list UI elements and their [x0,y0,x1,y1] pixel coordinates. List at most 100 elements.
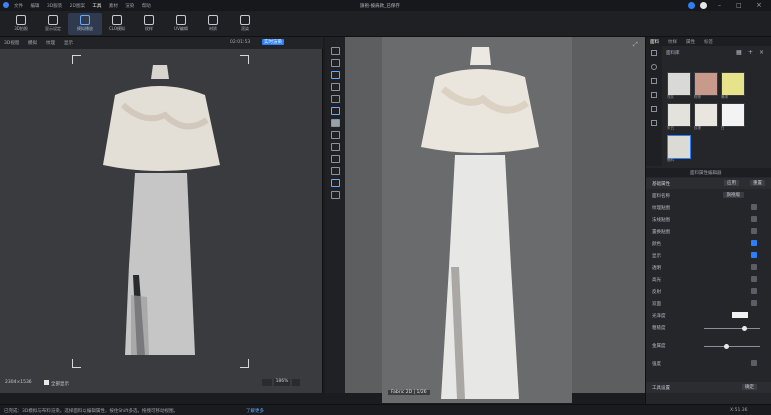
checkbox[interactable] [751,252,757,258]
checkbox[interactable] [751,228,757,234]
select-icon[interactable] [331,47,340,55]
fit-icon[interactable] [292,379,300,386]
checkbox[interactable] [751,204,757,210]
tool-label: 纹样 [145,26,153,31]
swatch-1[interactable] [694,72,718,96]
star-icon[interactable] [651,78,657,84]
menu-3d[interactable]: 3D服装 [47,3,62,9]
tool-play[interactable]: 模拟播放 [68,13,102,35]
rectangle-icon[interactable] [331,83,340,91]
settings-icon[interactable] [651,106,657,112]
slider-knob[interactable] [742,326,747,331]
reset-button[interactable]: 重置 [750,180,765,186]
zoom-level[interactable]: 186% [274,379,290,386]
minimize-icon[interactable]: – [718,2,721,9]
swatch-4[interactable] [694,103,718,127]
menu-file[interactable]: 文件 [14,3,23,9]
cut-icon[interactable] [331,155,340,163]
swatch-2[interactable] [721,72,745,96]
ruler-icon[interactable] [331,167,340,175]
expand-icon[interactable]: ⤢ [633,41,638,49]
garment-3d-model[interactable] [95,65,225,360]
show-all-label: 全部显示 [51,382,69,387]
menu-tools[interactable]: 工具 [92,3,101,9]
viewport-tab-3d[interactable]: 3D视窗 [4,40,19,46]
swatch-5[interactable] [721,103,745,127]
grid-icon[interactable] [331,131,340,139]
simulate-icon [112,15,122,25]
pen-icon[interactable] [331,71,340,79]
layer-icon[interactable] [331,143,340,151]
zoom-icon[interactable] [262,379,272,386]
tab-tags[interactable]: 标签 [704,39,713,45]
cloud-icon[interactable] [688,2,695,9]
checkbox[interactable] [751,216,757,222]
confirm-button[interactable]: 确定 [742,384,757,390]
display-icon [48,15,58,25]
render-caption: Fabric 2D | 1/26 [388,390,430,395]
show-all-toggle[interactable]: 全部显示 [44,380,69,387]
pattern-icon [144,15,154,25]
realtime-badge[interactable]: 实时渲染 [262,39,284,45]
tool-material[interactable]: 材质 [196,13,230,35]
tool-uv[interactable]: UV编辑 [164,13,198,35]
prop-value-input[interactable]: 旗袍缎 [722,192,744,198]
checkbox[interactable] [751,240,757,246]
frame-corner-bl [72,359,81,368]
tab-fabric[interactable]: 面料 [650,39,659,45]
pin-icon[interactable] [331,191,340,199]
move-icon[interactable] [331,59,340,67]
user-avatar[interactable] [700,2,707,9]
folder-icon[interactable] [651,50,657,56]
tool-simulate[interactable]: CLO模拟 [100,13,134,35]
resolution-value: 2304×1536 [5,380,32,385]
tool-camera[interactable]: 3D拍照 [4,13,38,35]
swatch-0[interactable] [667,72,691,96]
tool-render[interactable]: 渲染 [228,13,262,35]
tool-display[interactable]: 显示设定 [36,13,70,35]
tool-label: 显示设定 [45,26,61,31]
viewport-tab-texture[interactable]: 纹理 [46,40,55,46]
globe-icon[interactable] [651,64,657,70]
maximize-icon[interactable]: □ [736,2,742,9]
swatch-label-0: 浅灰 [667,95,674,99]
metal-slider[interactable] [704,344,760,349]
rough-slider[interactable] [704,326,760,331]
viewport-tab-sim[interactable]: 模拟 [28,40,37,46]
menu-help[interactable]: 帮助 [142,3,151,9]
seam-icon[interactable] [331,107,340,115]
checkbox[interactable] [751,288,757,294]
menu-render[interactable]: 渲染 [125,3,134,9]
grid-view-icon[interactable]: ▦ [736,49,742,56]
learn-more-link[interactable]: 了解更多 [246,408,264,414]
menu-edit[interactable]: 编辑 [30,3,39,9]
checkbox[interactable] [751,300,757,306]
prop-key: 颜色 [652,242,661,247]
slider-knob[interactable] [724,344,729,349]
swatch-6[interactable] [667,135,691,159]
menu-2d[interactable]: 2D图案 [70,3,85,9]
tab-properties[interactable]: 属性 [686,39,695,45]
color-swatch[interactable] [732,312,748,318]
checkbox[interactable] [751,276,757,282]
apply-button[interactable]: 应用 [724,180,739,186]
image-icon[interactable] [651,92,657,98]
checkbox[interactable] [44,380,49,385]
close-panel-icon[interactable]: × [759,49,764,56]
viewport-3d[interactable]: 3D视窗 模拟 纹理 显示 02:01:53 实时渲染 2304×1536 全部… [0,37,323,393]
side-tool-strip [325,37,345,393]
frame-corner-br [240,359,249,368]
tab-pattern[interactable]: 纹样 [668,39,677,45]
trash-icon[interactable] [651,120,657,126]
close-icon[interactable]: × [756,1,762,9]
checkbox[interactable] [751,360,757,366]
menu-material[interactable]: 素材 [109,3,118,9]
tool-pattern[interactable]: 纹样 [132,13,166,35]
stitch-icon[interactable] [331,179,340,187]
swatch-3[interactable] [667,103,691,127]
checkbox[interactable] [751,264,757,270]
fill-icon[interactable] [331,119,340,127]
circle-icon[interactable] [331,95,340,103]
viewport-tab-display[interactable]: 显示 [64,40,73,46]
add-icon[interactable]: + [748,49,753,56]
